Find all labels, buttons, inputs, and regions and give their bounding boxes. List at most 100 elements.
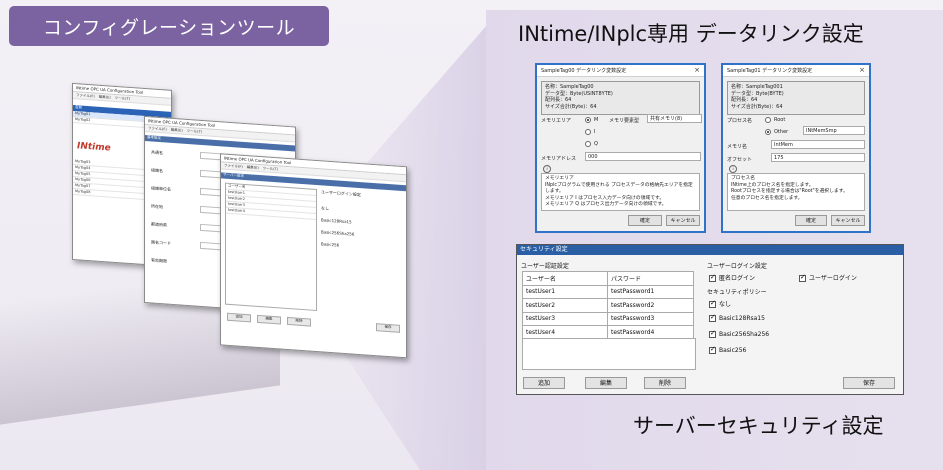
table-row[interactable]: testUser2 testPassword2 [522,298,694,313]
field-label: 有効期限 [151,257,167,264]
option-label: Basic256 [719,347,747,354]
add-button[interactable]: 追加 [523,377,565,389]
user-cell[interactable]: testUser2 [522,298,608,313]
process-label: プロセス名 [727,118,753,124]
table-row[interactable]: testUser3 testPassword3 [522,311,694,326]
offset-label: オフセット [727,157,753,163]
help-note: メモリエリア INplcプログラムで使用される プロセスデータの格納先エリアを指… [541,173,700,211]
delete-button[interactable]: 削除 [287,316,311,327]
radio-root-label: Root [774,117,786,123]
group-label: ユーザーログイン設定 [321,189,361,198]
radio-root[interactable] [765,117,771,123]
memory-size-label: メモリ要素型 [609,118,640,124]
save-button[interactable]: 保存 [843,377,895,389]
close-icon[interactable]: × [694,66,700,74]
note-line: メモリエリア Q はプロセス出力データ向けの領域です。 [545,202,667,207]
radio-i-label: I [594,129,596,135]
option-label: Basic128Rsa15 [719,315,765,322]
panel-caption: サーバーセキュリティ設定 [633,414,884,438]
radio-other-label: Other [774,129,789,135]
edit-button[interactable]: 編集 [585,377,627,389]
policy-none-checkbox[interactable]: なし [709,299,731,308]
user-auth-group-label: ユーザー認証設定 [521,263,569,270]
policy-option[interactable]: Basic256 [321,241,339,247]
policy-option[interactable]: Basic256Sha256 [321,229,354,236]
pass-cell[interactable]: testPassword3 [607,311,694,326]
edit-button[interactable]: 編集 [257,314,281,325]
ok-button[interactable]: 確定 [795,215,827,226]
add-button[interactable]: 追加 [227,312,251,323]
dialog-title: SampleTag01 データリンク変数設定 [727,68,813,74]
user-login-checkbox[interactable]: ユーザーログイン [799,273,857,282]
process-name-field[interactable]: INtMemSmp [803,126,865,135]
check-icon [709,313,716,322]
field-label: 共通名 [151,149,163,156]
dialog-title: SampleTag00 データリンク変数設定 [541,68,627,74]
policy-basic256sha-checkbox[interactable]: Basic256Sha256 [709,329,770,338]
dialog-titlebar: SampleTag00 データリンク変数設定 [537,65,704,77]
check-icon [799,273,806,282]
memory-area-label: メモリエリア [541,118,572,124]
menu-item[interactable]: ツール(T) [263,166,278,172]
policy-option[interactable]: Basic128Rsa15 [321,217,352,224]
pass-cell[interactable]: testPassword4 [607,325,694,340]
user-cell[interactable]: testUser1 [522,284,608,299]
radio-q[interactable] [585,141,591,147]
offset-field[interactable]: 175 [771,153,865,162]
radio-m[interactable] [585,117,591,123]
policy-basic256-checkbox[interactable]: Basic256 [709,345,747,354]
policy-basic128-checkbox[interactable]: Basic128Rsa15 [709,313,765,322]
datalink-dialog-memory: SampleTag00 データリンク変数設定 × 名称：SampleTag00 … [535,63,706,233]
policy-group-label: セキュリティポリシー [707,289,767,296]
panel-title: INtime/INplc専用 データリンク設定 [518,22,864,46]
table-row[interactable]: testUser4 testPassword4 [522,325,694,340]
check-icon [709,329,716,338]
variable-info-box: 名称：SampleTag00 データ型：Byte(USINT8YTE) 配列長：… [541,81,700,115]
memory-size-select[interactable]: 共有メモリ(8) [647,114,702,123]
menu-item[interactable]: ファイル(F) [76,93,95,99]
stacked-windows: INtime OPC UA Configuration Tool ファイル(F)… [60,82,430,398]
menu-item[interactable]: 編集(E) [247,165,259,171]
menu-item[interactable]: ファイル(F) [148,126,167,132]
memory-field[interactable]: IntMem [771,140,865,149]
note-line: INplcプログラムで使用される プロセスデータの格納先エリアを指定します。 [545,182,693,195]
ok-button[interactable]: 確定 [628,215,662,226]
address-field[interactable]: 000 [585,152,701,161]
menu-item[interactable]: 編集(E) [99,94,111,100]
radio-other[interactable] [765,129,771,135]
radio-i[interactable] [585,129,591,135]
user-list: ユーザー名 testUser1 testUser2 testUser3 test… [225,182,317,312]
check-icon [709,345,716,354]
policy-option[interactable]: なし [321,205,329,212]
table-header-row: ユーザー名 パスワード [522,271,694,286]
option-label: 匿名ログイン [719,275,756,282]
user-cell[interactable]: testUser4 [522,325,608,340]
cancel-button[interactable]: キャンセル [831,215,865,226]
user-table-empty-area [522,338,696,370]
memory-label: メモリ名 [727,144,748,150]
menu-item[interactable]: 編集(E) [171,127,183,133]
variable-info-box: 名称：SampleTag001 データ型：Byte(BYTE) 配列長：64 サ… [727,81,865,115]
option-label: Basic256Sha256 [719,331,770,338]
menu-item[interactable]: ファイル(F) [224,163,243,169]
menu-item[interactable]: ツール(T) [115,95,130,101]
close-icon[interactable]: × [859,66,865,74]
radio-q-label: Q [594,141,598,147]
menu-item[interactable]: ツール(T) [187,128,202,134]
cancel-button[interactable]: キャンセル [666,215,700,226]
page-title-badge: コンフィグレーションツール [9,6,329,46]
delete-button[interactable]: 削除 [644,377,686,389]
user-table: ユーザー名 パスワード testUser1 testPassword1 test… [522,271,694,340]
col-pass-header: パスワード [607,271,694,286]
option-label: なし [719,301,732,308]
field-label: 所在地 [151,203,163,210]
anonymous-login-checkbox[interactable]: 匿名ログイン [709,273,755,282]
save-button[interactable]: 保存 [376,323,400,333]
pass-cell[interactable]: testPassword2 [607,298,694,313]
pass-cell[interactable]: testPassword1 [607,284,694,299]
stack-window-3: INtime OPC UA Configuration Tool ファイル(F)… [220,153,407,359]
user-cell[interactable]: testUser3 [522,311,608,326]
table-row[interactable]: testUser1 testPassword1 [522,284,694,299]
option-label: ユーザーログイン [809,275,857,282]
info-line: サイズ合計(Byte)：64 [545,103,597,110]
